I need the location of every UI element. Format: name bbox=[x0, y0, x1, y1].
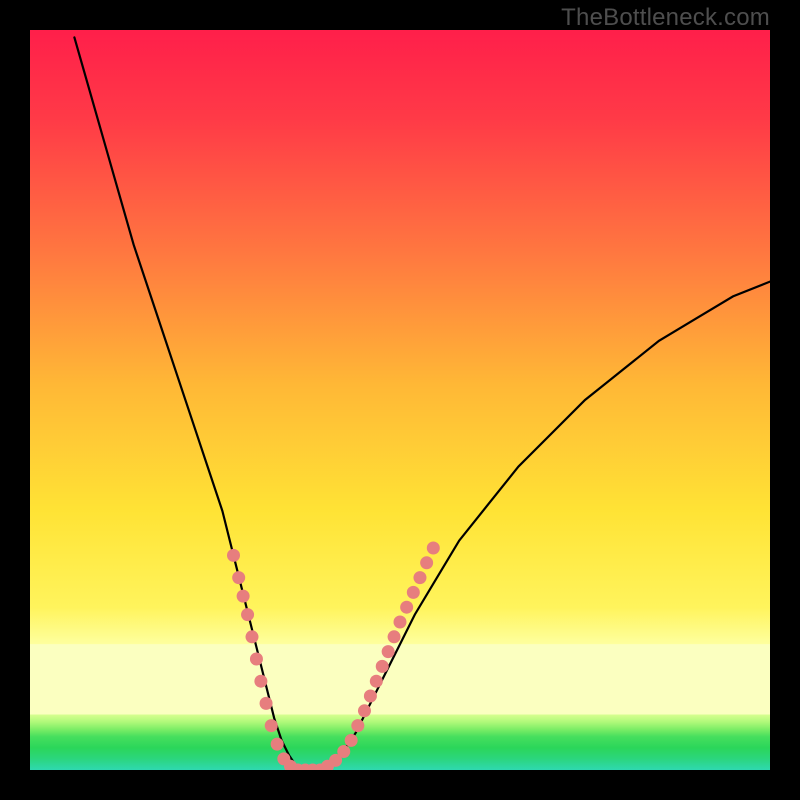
data-marker bbox=[250, 653, 263, 666]
data-marker bbox=[413, 571, 426, 584]
data-marker bbox=[427, 542, 440, 555]
chart-container: TheBottleneck.com bbox=[0, 0, 800, 800]
data-marker bbox=[265, 719, 278, 732]
data-marker bbox=[232, 571, 245, 584]
data-marker bbox=[388, 630, 401, 643]
data-marker bbox=[260, 697, 273, 710]
data-marker bbox=[271, 738, 284, 751]
data-marker bbox=[358, 704, 371, 717]
data-marker bbox=[351, 719, 364, 732]
chart-svg bbox=[30, 30, 770, 770]
data-marker bbox=[246, 630, 259, 643]
gradient-background bbox=[30, 30, 770, 770]
data-marker bbox=[337, 745, 350, 758]
data-marker bbox=[370, 675, 383, 688]
data-marker bbox=[394, 616, 407, 629]
data-marker bbox=[345, 734, 358, 747]
data-marker bbox=[420, 556, 433, 569]
data-marker bbox=[237, 590, 250, 603]
watermark-text: TheBottleneck.com bbox=[561, 4, 770, 32]
data-marker bbox=[364, 690, 377, 703]
data-marker bbox=[254, 675, 267, 688]
data-marker bbox=[407, 586, 420, 599]
plot-area bbox=[30, 30, 770, 770]
data-marker bbox=[241, 608, 254, 621]
data-marker bbox=[376, 660, 389, 673]
data-marker bbox=[227, 549, 240, 562]
data-marker bbox=[400, 601, 413, 614]
data-marker bbox=[382, 645, 395, 658]
